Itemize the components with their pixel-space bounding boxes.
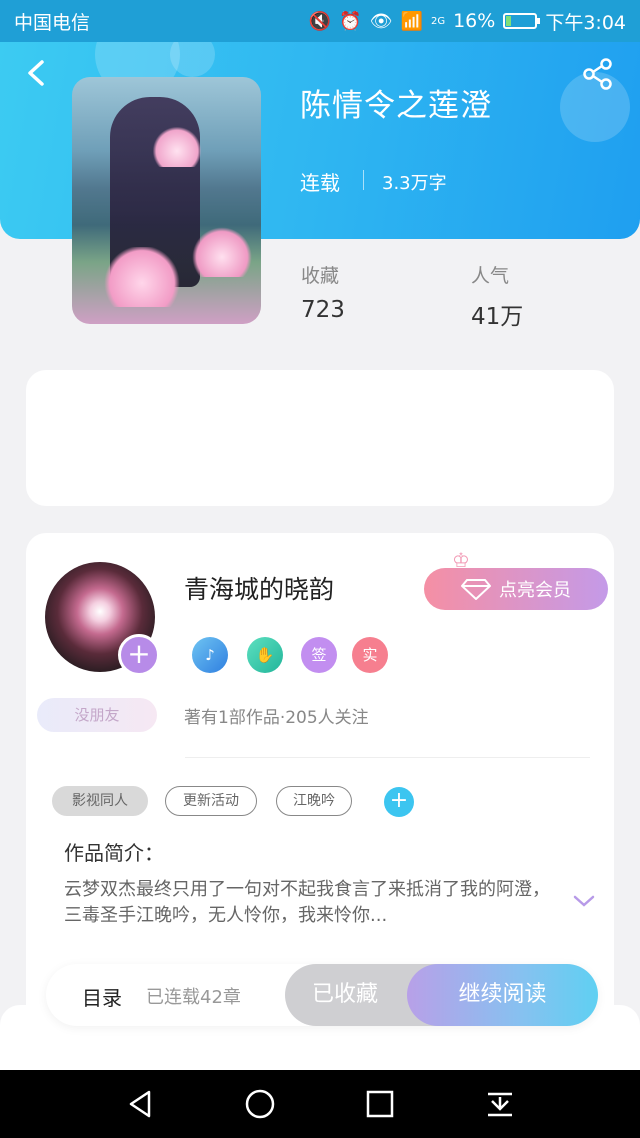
author-name[interactable]: 青海城的晓韵: [184, 570, 334, 606]
status-icons: 🔇 ⏰ 👁 📶 2G 16% 下午3:04: [309, 8, 626, 35]
share-button[interactable]: [580, 56, 616, 92]
add-tag-button[interactable]: +: [384, 787, 414, 817]
nav-home-icon[interactable]: [243, 1087, 277, 1121]
book-title: 陈情令之莲澄: [300, 88, 492, 124]
blank-card: [26, 370, 614, 506]
carrier-name: 中国电信: [14, 11, 91, 34]
follow-button[interactable]: +: [118, 634, 160, 676]
system-nav-bar: [0, 1070, 640, 1138]
word-count: 3.3万字: [382, 173, 447, 194]
signed-badge[interactable]: 签: [301, 637, 337, 673]
vip-label: 点亮会员: [499, 580, 571, 601]
diamond-icon: [461, 579, 491, 600]
intro-label: 作品简介：: [64, 841, 164, 865]
decor-bubble: [170, 42, 215, 77]
mute-icon: 🔇: [308, 10, 332, 32]
battery-percent: 16%: [453, 10, 496, 32]
status-bar: 中国电信 🔇 ⏰ 👁 📶 2G 16% 下午3:04: [0, 0, 640, 42]
popularity-label: 人气: [471, 265, 510, 287]
music-badge-icon[interactable]: ♪: [192, 637, 228, 673]
nav-recents-icon[interactable]: [363, 1087, 397, 1121]
chapter-count: 已连载42章: [146, 987, 241, 1008]
favorites-value: 723: [301, 297, 345, 323]
cover-lotus: [152, 127, 202, 167]
intro-text: 云梦双杰最终只用了一句对不起我食言了来抵消了我的阿澄，三毒圣手江晚吟，无人怜你，…: [64, 879, 550, 926]
book-cover[interactable]: [72, 77, 261, 324]
clock: 下午3:04: [545, 11, 626, 34]
back-button[interactable]: [22, 58, 52, 88]
tag-item[interactable]: 更新活动: [165, 786, 257, 816]
wifi-icon: 📶: [400, 10, 423, 32]
back-arrow-icon: [28, 60, 44, 86]
share-icon: [583, 58, 612, 90]
eye-icon: 👁: [369, 10, 393, 32]
verified-badge[interactable]: 实: [352, 637, 388, 673]
vip-button[interactable]: 点亮会员: [424, 568, 608, 610]
status-divider: [363, 170, 364, 190]
handshake-badge-icon[interactable]: ✋: [247, 637, 283, 673]
chevron-down-icon[interactable]: [572, 892, 596, 910]
cover-lotus: [192, 227, 252, 277]
tag-item[interactable]: 江晚吟: [276, 786, 352, 816]
alarm-icon: ⏰: [339, 10, 362, 32]
popularity-value: 41万: [471, 304, 524, 330]
network-type: 2G: [430, 15, 446, 27]
divider: [185, 757, 590, 758]
tag-item[interactable]: 影视同人: [52, 786, 148, 816]
nav-notification-icon[interactable]: [483, 1087, 517, 1121]
continue-reading-button[interactable]: 继续阅读: [407, 964, 598, 1026]
nav-back-icon[interactable]: [123, 1087, 157, 1121]
cover-lotus: [102, 247, 182, 307]
favorites-label: 收藏: [301, 265, 340, 287]
author-meta: 著有1部作品·205人关注: [184, 708, 369, 728]
book-status: 连载: [300, 171, 340, 195]
no-friend-tag: 没朋友: [37, 698, 157, 732]
toc-button[interactable]: 目录: [82, 982, 122, 1011]
battery-icon: [503, 13, 541, 29]
